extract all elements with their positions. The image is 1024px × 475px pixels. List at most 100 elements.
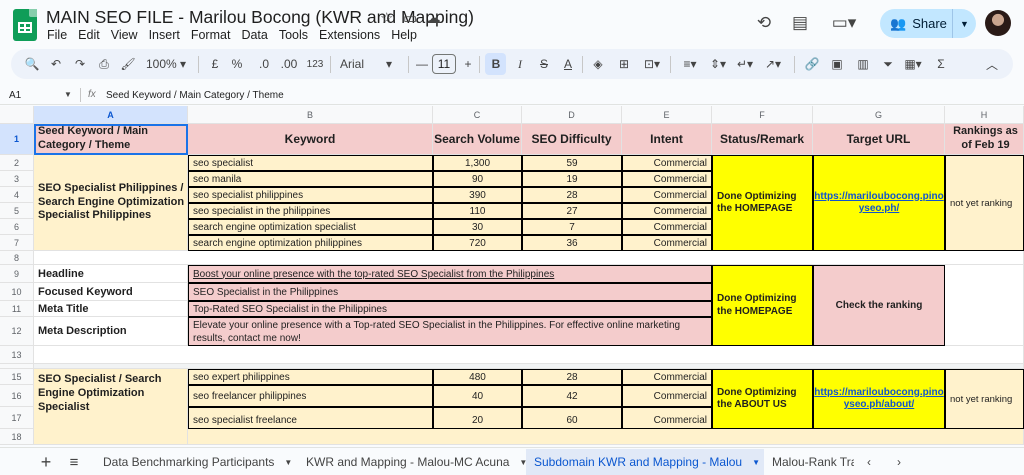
all-sheets-icon[interactable]: ≡ (64, 449, 84, 475)
cell-difficulty[interactable]: 19 (522, 171, 622, 187)
sheet-tab-active[interactable]: Subdomain KWR and Mapping - Malou ▼ (526, 449, 764, 475)
column-header[interactable]: C (433, 106, 522, 124)
insert-comment-icon[interactable]: ▣ (830, 56, 844, 72)
increase-decimal-button[interactable]: .00 (280, 56, 298, 72)
comments-icon[interactable]: ▤ (789, 12, 811, 34)
horizontal-align-icon[interactable]: ≡▾ (679, 56, 701, 72)
menu-data[interactable]: Data (241, 28, 267, 42)
history-icon[interactable]: ⟲ (753, 12, 775, 34)
cell-difficulty[interactable]: 27 (522, 203, 622, 219)
sheet-tab[interactable]: Data Benchmarking Participants ▼ (95, 449, 300, 475)
row-header[interactable]: 15 (0, 369, 34, 385)
paint-format-icon[interactable]: 🖌 (120, 56, 135, 72)
cell-intent[interactable]: Commercial (622, 203, 712, 219)
menu-edit[interactable]: Edit (78, 28, 100, 42)
zoom-select[interactable]: 100% ▾ (146, 56, 186, 72)
cell-volume[interactable]: 30 (433, 219, 522, 235)
cell-g1-url-header[interactable]: Target URL (813, 124, 945, 155)
undo-icon[interactable]: ↶ (49, 56, 63, 72)
font-size-increase-button[interactable]: + (462, 56, 474, 72)
avatar[interactable] (985, 10, 1011, 36)
font-select[interactable]: Arial ▾ (340, 56, 404, 72)
empty-row[interactable] (34, 251, 1024, 265)
cloud-status-icon[interactable]: ☁ (426, 9, 441, 27)
cell-keyword[interactable]: search engine optimization specialist (188, 219, 433, 235)
row-header[interactable]: 4 (0, 187, 34, 203)
cell-c1-volume-header[interactable]: Search Volume (433, 124, 522, 155)
fill-color-icon[interactable]: ◈ (591, 56, 605, 72)
cell-focus-keyword[interactable]: SEO Specialist in the Philippines (188, 283, 712, 301)
row-header[interactable]: 8 (0, 251, 34, 265)
cell-b1-keyword-header[interactable]: Keyword (188, 124, 433, 155)
text-wrapping-icon[interactable]: ↵▾ (734, 56, 756, 72)
collapse-toolbar-icon[interactable]: ︿ (985, 56, 999, 72)
number-format-button[interactable]: 123 (306, 56, 324, 72)
cell-group1-ranking[interactable]: not yet ranking (945, 155, 1024, 251)
search-menus-icon[interactable]: 🔍 (25, 56, 40, 72)
percent-format-button[interactable]: % (230, 56, 244, 72)
column-header[interactable]: E (622, 106, 712, 124)
move-folder-icon[interactable]: ▭ (403, 9, 417, 27)
cell-meta-status[interactable]: Done Optimizing the HOMEPAGE (712, 265, 813, 346)
column-header[interactable]: A (34, 106, 188, 124)
row-header[interactable]: 10 (0, 283, 34, 301)
cell-difficulty[interactable]: 28 (522, 369, 622, 385)
cell-f1-status-header[interactable]: Status/Remark (712, 124, 813, 155)
cell-e1-intent-header[interactable]: Intent (622, 124, 712, 155)
cell-intent[interactable]: Commercial (622, 187, 712, 203)
cell-h1-rankings-header[interactable]: Rankings as of Feb 19 (945, 124, 1024, 155)
column-header[interactable]: H (945, 106, 1024, 124)
cell-meta-description[interactable]: Elevate your online presence with a Top-… (188, 317, 712, 346)
cell-volume[interactable]: 1,300 (433, 155, 522, 171)
menu-tools[interactable]: Tools (279, 28, 308, 42)
row-header[interactable]: 2 (0, 155, 34, 171)
merge-cells-icon[interactable]: ⊡▾ (641, 56, 663, 72)
functions-button[interactable]: Σ (934, 56, 948, 72)
column-header[interactable]: G (813, 106, 945, 124)
row-header[interactable]: 9 (0, 265, 34, 283)
cell-difficulty[interactable]: 42 (522, 385, 622, 407)
row-header[interactable]: 11 (0, 301, 34, 317)
meet-icon[interactable]: ▭▾ (829, 12, 859, 34)
cell-group1-url-link[interactable]: https://mariloubocong.pinoyseo.ph/ (813, 155, 945, 251)
borders-icon[interactable]: ⊞ (617, 56, 631, 72)
empty-row[interactable] (188, 429, 1024, 445)
cell-keyword[interactable]: search engine optimization philippines (188, 235, 433, 251)
menu-view[interactable]: View (111, 28, 138, 42)
row-header[interactable]: 16 (0, 385, 34, 407)
currency-format-button[interactable]: £ (208, 56, 222, 72)
scroll-tabs-left-icon[interactable]: ‹ (862, 449, 876, 475)
cell-focus-label[interactable]: Focused Keyword (34, 283, 188, 301)
tab-dropdown-icon[interactable]: ▼ (284, 458, 292, 467)
menu-file[interactable]: File (47, 28, 67, 42)
cell-group2-url-link[interactable]: https://mariloubocong.pinoyseo.ph/about/ (813, 369, 945, 429)
insert-chart-icon[interactable]: ▥ (856, 56, 870, 72)
cell-difficulty[interactable]: 36 (522, 235, 622, 251)
cell-group2-theme[interactable]: SEO Specialist / Search Engine Optimizat… (34, 369, 188, 445)
text-rotation-icon[interactable]: ↗▾ (762, 56, 784, 72)
spreadsheet-grid[interactable]: A B C D E F G H 1 2 3 4 5 6 7 8 9 10 11 … (0, 106, 1024, 445)
menu-extensions[interactable]: Extensions (319, 28, 380, 42)
font-size-decrease-button[interactable]: — (416, 56, 428, 72)
redo-icon[interactable]: ↷ (73, 56, 87, 72)
share-button[interactable]: 👥 Share ▼ (880, 9, 976, 38)
tab-dropdown-icon[interactable]: ▼ (752, 458, 760, 467)
menu-format[interactable]: Format (191, 28, 231, 42)
row-header[interactable]: 18 (0, 429, 34, 445)
select-all-corner[interactable] (0, 106, 34, 124)
name-box-dropdown-icon[interactable]: ▼ (64, 90, 72, 99)
row-header[interactable]: 13 (0, 346, 34, 364)
cell-volume[interactable]: 110 (433, 203, 522, 219)
column-header[interactable]: D (522, 106, 622, 124)
print-icon[interactable]: ⎙ (97, 56, 111, 72)
cell-a1-theme-header[interactable]: Seed Keyword / Main Category / Theme (34, 124, 188, 155)
empty-cell[interactable] (945, 265, 1024, 346)
cell-keyword[interactable]: seo expert philippines (188, 369, 433, 385)
cell-difficulty[interactable]: 60 (522, 407, 622, 429)
cell-difficulty[interactable]: 7 (522, 219, 622, 235)
decrease-decimal-button[interactable]: .0 (256, 56, 272, 72)
cell-intent[interactable]: Commercial (622, 407, 712, 429)
cell-intent[interactable]: Commercial (622, 155, 712, 171)
cell-group2-ranking[interactable]: not yet ranking (945, 369, 1024, 429)
cell-group1-status[interactable]: Done Optimizing the HOMEPAGE (712, 155, 813, 251)
